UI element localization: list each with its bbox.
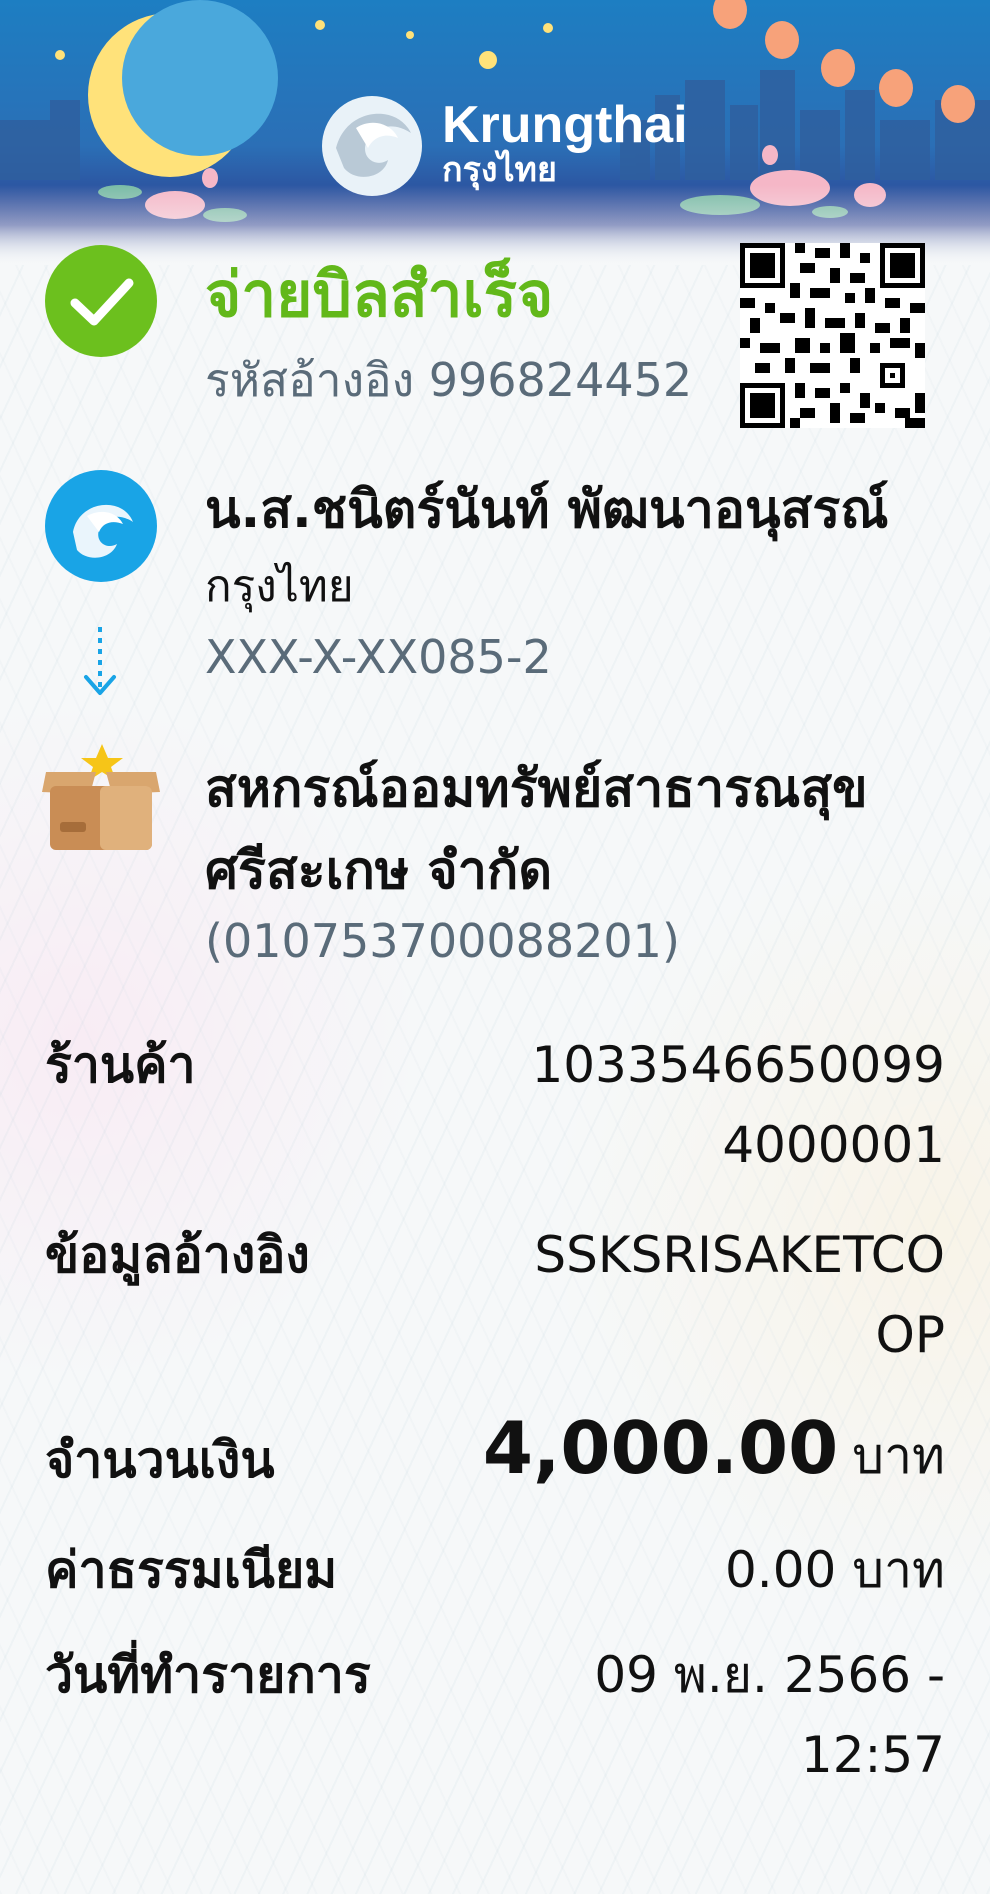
sender-name: น.ส.ชนิตร์นันท์ พัฒนาอนุสรณ์ xyxy=(205,480,889,540)
amount-value-group: 4,000.00 บาท xyxy=(385,1408,945,1496)
biller-box-icon xyxy=(42,744,160,850)
fee-value: 0.00 บาท xyxy=(725,1541,945,1599)
receipt-card: จ่ายบิลสำเร็จ รหัสอ้างอิง 996824452 น.ส.… xyxy=(0,0,990,1894)
fee-label: ค่าธรรมเนียม xyxy=(45,1541,338,1599)
merchant-label: ร้านค้า xyxy=(45,1036,196,1094)
qr-code-icon[interactable] xyxy=(740,243,925,428)
status-title: จ่ายบิลสำเร็จ xyxy=(205,258,554,331)
sender-account: XXX-X-XX085-2 xyxy=(205,630,552,684)
krungthai-avatar-icon xyxy=(45,470,157,582)
recipient-biller-id: (010753700088201) xyxy=(205,914,680,968)
reference-info-value: SSKSRISAKETCOOP xyxy=(534,1226,945,1364)
sender-bank: กรุงไทย xyxy=(205,561,354,612)
reference-info-label: ข้อมูลอ้างอิง xyxy=(45,1226,310,1284)
transaction-date-label: วันที่ทำรายการ xyxy=(45,1646,371,1704)
recipient-name: สหกรณ์ออมทรัพย์สาธารณสุขศรีสะเกษ จำกัด xyxy=(205,759,868,901)
amount-unit: บาท xyxy=(852,1427,945,1485)
reference-code: รหัสอ้างอิง 996824452 xyxy=(205,353,693,407)
merchant-value: 10335466500994000001 xyxy=(531,1036,945,1174)
transaction-date-value: 09 พ.ย. 2566 - 12:57 xyxy=(594,1646,945,1784)
amount-value: 4,000.00 xyxy=(482,1406,839,1490)
success-check-icon xyxy=(45,245,157,357)
amount-label: จำนวนเงิน xyxy=(45,1431,275,1489)
arrow-down-icon xyxy=(84,627,116,695)
